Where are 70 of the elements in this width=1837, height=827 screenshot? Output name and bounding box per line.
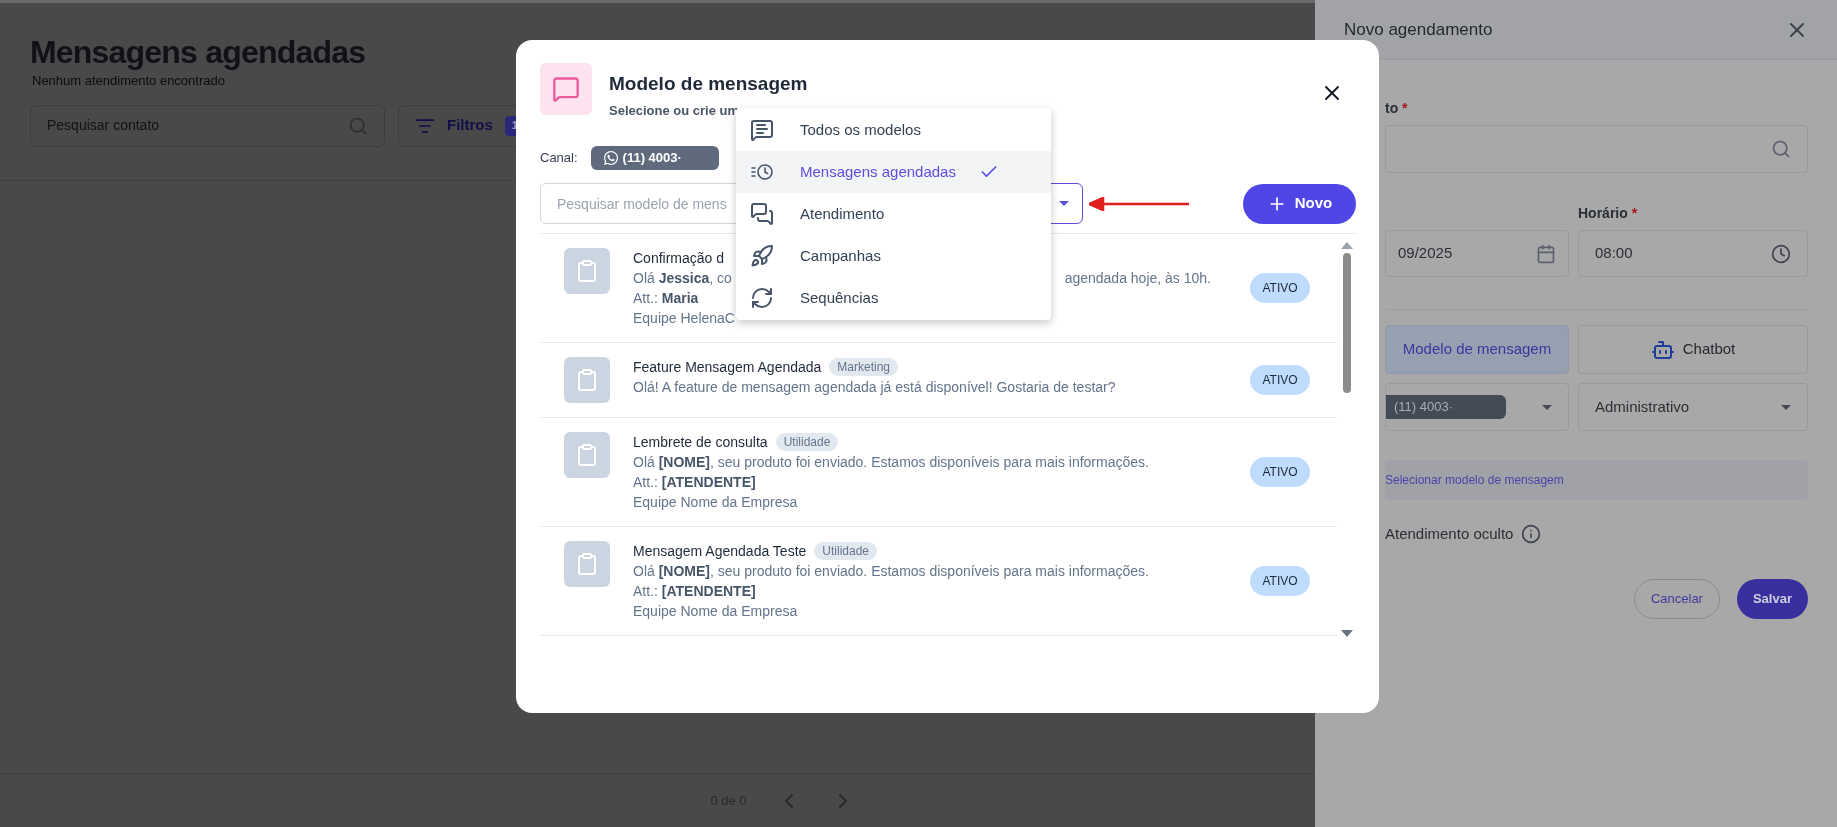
channel-chip: (11) 4003· — [1386, 395, 1506, 419]
status-badge: ATIVO — [1250, 566, 1310, 596]
info-icon[interactable] — [1521, 524, 1542, 545]
channel-label: Canal: — [540, 149, 578, 168]
message-text: Olá Jessica, co — [633, 269, 732, 288]
chat-icon — [750, 118, 774, 142]
caret-icon — [1059, 201, 1069, 206]
whatsapp-icon — [602, 150, 619, 166]
clipboard-icon — [575, 552, 599, 576]
template-title: Lembrete de consulta — [633, 432, 768, 452]
mode-button[interactable]: Modelo de mensagem — [1385, 325, 1569, 374]
message-text: Olá! A feature de mensagem agendada já está disponível! Gostaria de testar? — [633, 378, 1116, 397]
template-title: Feature Mensagem Agendada — [633, 357, 822, 377]
cycle-arrows-icon — [750, 286, 774, 310]
message-text: Att.: [ATENDENTE] — [633, 582, 756, 601]
panel-title: Novo agendamento — [1344, 18, 1493, 41]
caret-icon — [1781, 404, 1791, 410]
message-text: Equipe HelenaC — [633, 309, 735, 328]
template-select-bar[interactable]: Selecionar modelo de mensagem — [1385, 460, 1808, 500]
time-field[interactable]: 08:00 — [1578, 230, 1808, 277]
dialog-title: Modelo de mensagem — [609, 72, 809, 96]
template-title: Mensagem Agendada Teste — [633, 541, 807, 561]
channel-chip: (11) 4003· — [590, 146, 719, 170]
chat-bubbles-icon — [750, 202, 774, 226]
template-row[interactable]: Feature Mensagem Agendada Marketing Olá! A feature de mensagem agendada já está disponível! Gostaria de testar? ATIVO — [540, 343, 1337, 418]
channel-select[interactable]: (11) 4003· — [1385, 383, 1569, 431]
message-text: agendada hoje, às 10h. — [1064, 269, 1211, 288]
field-label: to * — [1385, 99, 1409, 118]
status-badge: ATIVO — [1250, 365, 1310, 395]
date-value: 09/2025 — [1398, 243, 1453, 264]
search-icon — [348, 115, 368, 136]
contact-search-field[interactable] — [1385, 125, 1808, 173]
search-icon — [1771, 139, 1791, 159]
category-tag: Utilidade — [814, 542, 877, 560]
message-text: Equipe Nome da Empresa — [633, 493, 798, 512]
category-tag: Marketing — [829, 358, 899, 376]
message-text: Olá [NOME], seu produto foi enviado. Estamos disponíveis para mais informações. — [633, 453, 1149, 472]
new-button[interactable]: Novo — [1243, 183, 1356, 224]
menu-item[interactable]: Sequências — [736, 277, 1051, 319]
message-text: Att.: Maria — [633, 289, 699, 308]
hidden-chat-label: Atendimento oculto — [1385, 524, 1514, 544]
chat-icon — [552, 75, 580, 103]
department-value: Administrativo — [1595, 396, 1690, 417]
date-field[interactable]: 09/2025 — [1385, 230, 1569, 277]
message-text: Equipe Nome da Empresa — [633, 602, 798, 621]
rocket-icon — [750, 244, 774, 268]
calendar-icon — [1536, 243, 1556, 264]
department-select[interactable]: Administrativo — [1578, 383, 1808, 431]
status-badge: ATIVO — [1250, 457, 1310, 487]
message-text: Att.: [ATENDENTE] — [633, 473, 756, 492]
caret-icon — [1542, 404, 1552, 410]
clipboard-icon — [575, 259, 599, 283]
time-value: 08:00 — [1595, 243, 1633, 264]
field-label: Horário * — [1578, 204, 1639, 223]
page-title: Mensagens agendadas — [30, 33, 367, 71]
menu-item[interactable]: Mensagens agendadas — [736, 151, 1051, 193]
menu-item[interactable]: Campanhas — [736, 235, 1051, 277]
category-tag: Utilidade — [775, 433, 839, 451]
clock-icon — [1771, 243, 1791, 264]
status-badge: ATIVO — [1250, 273, 1310, 303]
save-button[interactable]: Salvar — [1736, 578, 1808, 619]
menu-item[interactable]: Todos os modelos — [736, 109, 1051, 151]
template-row[interactable]: Lembrete de consulta Utilidade Olá [NOME], seu produto foi enviado. Estamos disponíveis para mais informações. Att.: [ATENDENTE] Equipe Nome da Empresa ATIVO — [540, 418, 1337, 527]
clipboard-icon — [575, 443, 599, 467]
page-subtitle: Nenhum atendimento encontrado — [32, 72, 225, 90]
template-row[interactable]: Mensagem Agendada Teste Utilidade Olá [NOME], seu produto foi enviado. Estamos disponíveis para mais informações. Att.: [ATENDENTE] Equipe Nome da Empresa ATIVO — [540, 527, 1337, 636]
template-title: Confirmação d — [633, 248, 725, 268]
mode-button[interactable]: Chatbot — [1578, 325, 1808, 374]
clipboard-icon — [575, 368, 599, 392]
message-text: Olá [NOME], seu produto foi enviado. Estamos disponíveis para mais informações. — [633, 562, 1149, 581]
